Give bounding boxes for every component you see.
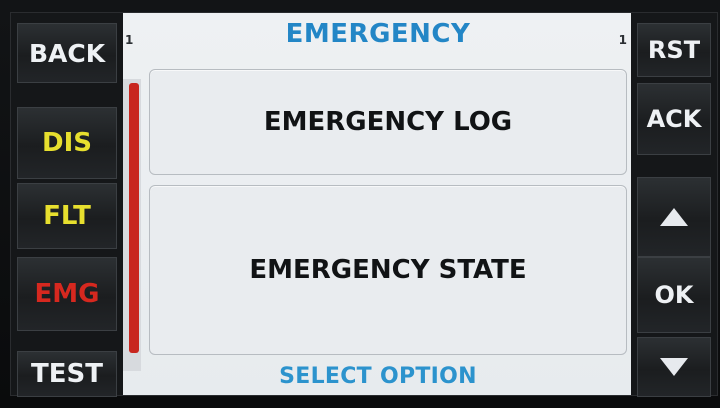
- page-title: EMERGENCY: [285, 19, 471, 49]
- ack-button[interactable]: ACK: [637, 83, 711, 155]
- rst-button-label: RST: [647, 36, 701, 64]
- flt-button-label: FLT: [43, 201, 91, 231]
- ack-button-label: ACK: [646, 105, 702, 133]
- triangle-up-icon: [660, 208, 688, 226]
- ok-button[interactable]: OK: [637, 257, 711, 333]
- footer-hint: SELECT OPTION: [279, 364, 477, 389]
- rst-button[interactable]: RST: [637, 23, 711, 77]
- test-button[interactable]: TEST: [17, 351, 117, 397]
- scrollbar-thumb[interactable]: [129, 83, 139, 353]
- back-button[interactable]: BACK: [17, 23, 117, 83]
- test-button-label: TEST: [31, 359, 103, 389]
- right-button-column: RST ACK OK: [631, 13, 717, 397]
- down-button[interactable]: [637, 337, 711, 397]
- menu-option-label: EMERGENCY LOG: [263, 107, 513, 137]
- up-button[interactable]: [637, 177, 711, 257]
- main-panel: 1 1 EMERGENCY EMERGENCY LOG EMERGENCY ST…: [123, 13, 633, 395]
- menu-option-emergency-log[interactable]: EMERGENCY LOG: [149, 69, 627, 175]
- menu-option-emergency-state[interactable]: EMERGENCY STATE: [149, 185, 627, 355]
- emg-button[interactable]: EMG: [17, 257, 117, 331]
- dis-button[interactable]: DIS: [17, 107, 117, 179]
- flt-button[interactable]: FLT: [17, 183, 117, 249]
- emg-button-label: EMG: [34, 279, 100, 309]
- triangle-down-icon: [660, 358, 688, 376]
- dis-button-label: DIS: [42, 128, 92, 158]
- back-button-label: BACK: [28, 38, 106, 68]
- ok-button-label: OK: [654, 281, 694, 309]
- screen: BACK DIS FLT EMG TEST 1 1 EMERGENCY EMER…: [10, 12, 718, 397]
- menu-option-label: EMERGENCY STATE: [249, 255, 527, 285]
- left-button-column: BACK DIS FLT EMG TEST: [11, 13, 123, 397]
